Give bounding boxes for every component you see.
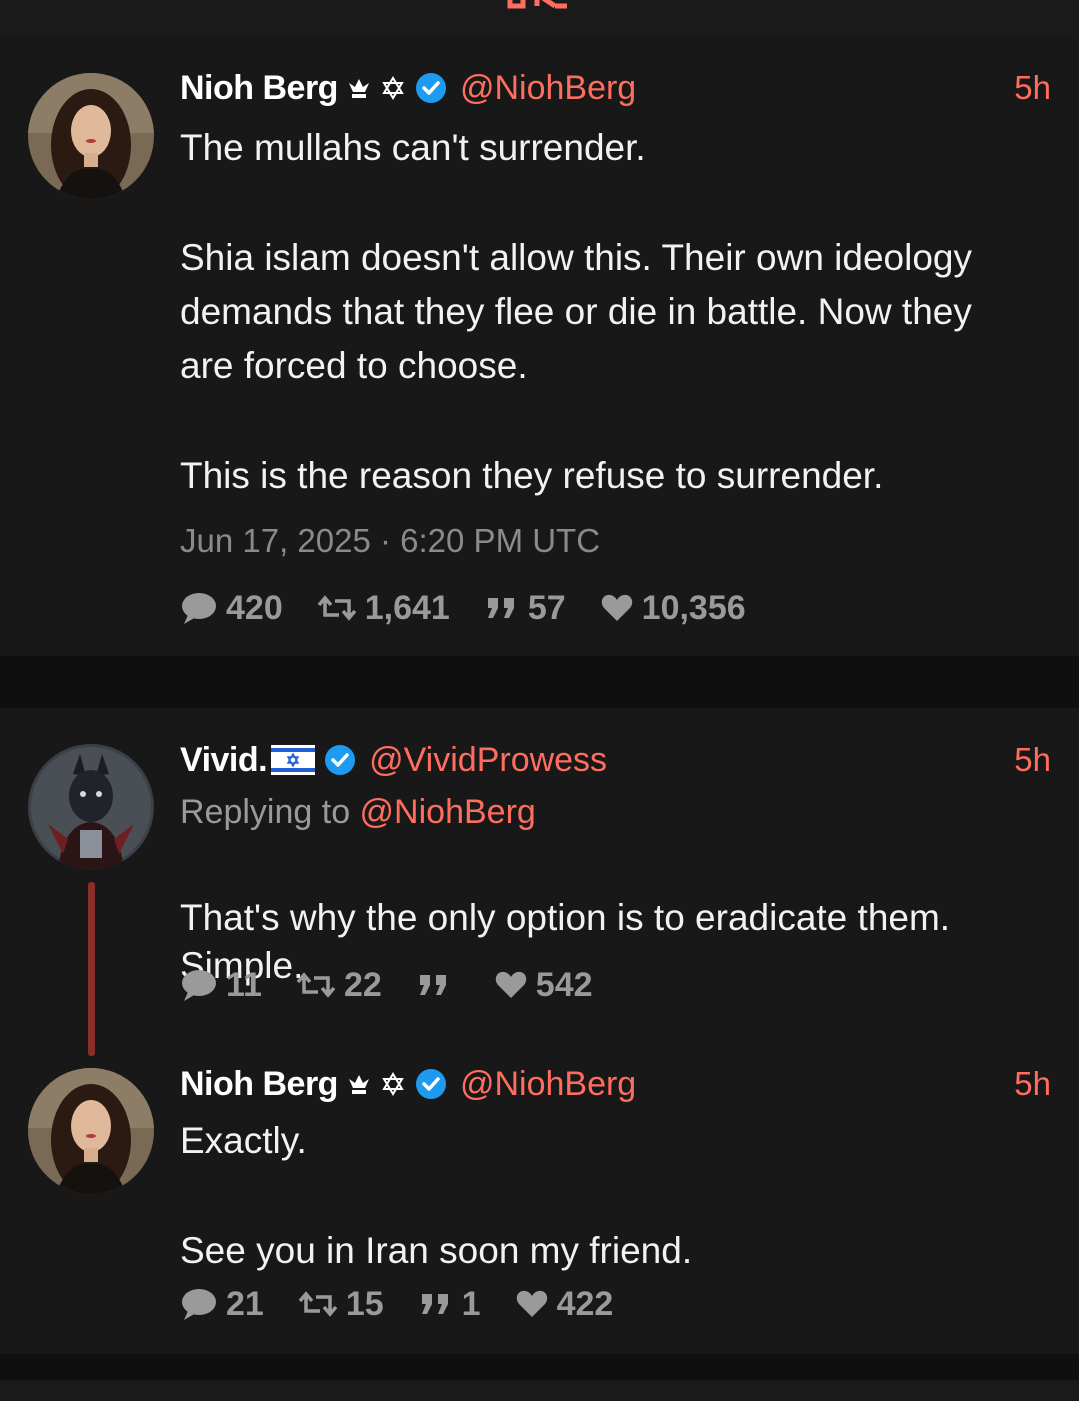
quote-stat[interactable]: 57 (484, 589, 566, 628)
tweet-stats: 11 22 542 (180, 963, 627, 1007)
retweet-icon (298, 1291, 338, 1317)
quote-stat[interactable] (416, 970, 460, 1000)
crown-icon (346, 1071, 372, 1097)
like-count: 10,356 (641, 588, 746, 627)
retweet-stat[interactable]: 1,641 (317, 589, 450, 628)
star-of-david-icon (380, 1071, 406, 1097)
tweet-paragraph: This is the reason they refuse to surren… (180, 455, 884, 496)
reply-count: 420 (226, 588, 283, 627)
retweet-icon (317, 595, 357, 621)
tweet-paragraph: The mullahs can't surrender. (180, 127, 646, 168)
tweet-text: That's why the only option is to eradica… (180, 846, 1019, 1038)
avatar[interactable] (28, 73, 154, 199)
like-count: 542 (535, 965, 593, 1004)
tweet-paragraph: See you in Iran soon my friend. (180, 1230, 693, 1271)
like-stat[interactable]: 542 (494, 966, 593, 1005)
tweet-header: Nioh Berg @NiohBerg 5h (180, 66, 1051, 110)
author-name[interactable]: Nioh Berg (180, 1065, 338, 1104)
tweet-paragraph: Shia islam doesn't allow this. Their own… (180, 237, 973, 386)
thread-connector (88, 882, 95, 1056)
replying-to-handle[interactable]: @NiohBerg (360, 793, 536, 831)
replying-to: Replying to @NiohBerg (180, 793, 536, 832)
heart-icon (601, 594, 632, 621)
quote-count: 1 (461, 1284, 481, 1323)
verified-badge-icon (414, 71, 448, 105)
replying-label: Replying to (180, 793, 360, 831)
tweet-date[interactable]: Jun 17, 2025 · 6:20 PM UTC (180, 522, 600, 560)
tweet-text: The mullahs can't surrender. Shia islam … (180, 121, 1019, 503)
retweet-stat[interactable]: 15 (298, 1285, 384, 1324)
reply-stat[interactable]: 11 (180, 966, 262, 1005)
crown-icon (346, 75, 372, 101)
israel-flag-icon (271, 745, 316, 775)
top-navbar (0, 0, 1079, 38)
next-item-divider (0, 1380, 1079, 1401)
verified-badge-icon (414, 1067, 448, 1101)
retweet-count: 15 (345, 1284, 384, 1323)
tweet-time[interactable]: 5h (1014, 1065, 1051, 1103)
quote-count: 57 (527, 588, 566, 627)
author-name[interactable]: Nioh Berg (180, 69, 338, 108)
like-stat[interactable]: 10,356 (600, 589, 746, 628)
reply-count: 11 (226, 965, 262, 1004)
quote-icon (421, 1294, 448, 1314)
retweet-stat[interactable]: 22 (296, 966, 382, 1005)
tweet-header: Nioh Berg @NiohBerg 5h (180, 1062, 1051, 1106)
tweet-time[interactable]: 5h (1014, 741, 1051, 779)
comment-icon (182, 970, 216, 1001)
reply-stat[interactable]: 21 (180, 1285, 264, 1324)
author-name[interactable]: Vivid. (180, 741, 268, 780)
comment-icon (182, 1289, 216, 1320)
author-handle[interactable]: @NiohBerg (460, 69, 636, 108)
quote-stat[interactable]: 1 (418, 1285, 481, 1324)
author-handle[interactable]: @NiohBerg (460, 1065, 636, 1104)
star-of-david-icon (380, 75, 406, 101)
tweet-stats: 21 15 1 422 (180, 1282, 647, 1326)
retweet-count: 1,641 (364, 588, 450, 627)
author-handle[interactable]: @VividProwess (369, 741, 607, 780)
reply-count: 21 (226, 1284, 264, 1323)
tweet-header: Vivid. @VividProwess 5h (180, 738, 1051, 782)
retweet-icon (296, 972, 336, 998)
like-count: 422 (556, 1284, 614, 1323)
retweet-count: 22 (343, 965, 382, 1004)
tweet-stats: 420 1,641 57 10,356 (180, 586, 780, 630)
quote-icon (419, 975, 446, 995)
tweet-time[interactable]: 5h (1014, 69, 1051, 107)
comment-icon (182, 593, 216, 624)
heart-icon (495, 971, 527, 998)
app-logo-icon[interactable] (505, 0, 575, 14)
reply-stat[interactable]: 420 (180, 589, 283, 628)
tweet-text: Exactly. See you in Iran soon my friend. (180, 1114, 1019, 1278)
tweet-paragraph: Exactly. (180, 1120, 307, 1161)
avatar[interactable] (28, 744, 154, 870)
heart-icon (516, 1290, 547, 1317)
verified-badge-icon (323, 743, 357, 777)
avatar[interactable] (28, 1068, 154, 1194)
like-stat[interactable]: 422 (515, 1284, 614, 1324)
quote-icon (487, 598, 514, 618)
